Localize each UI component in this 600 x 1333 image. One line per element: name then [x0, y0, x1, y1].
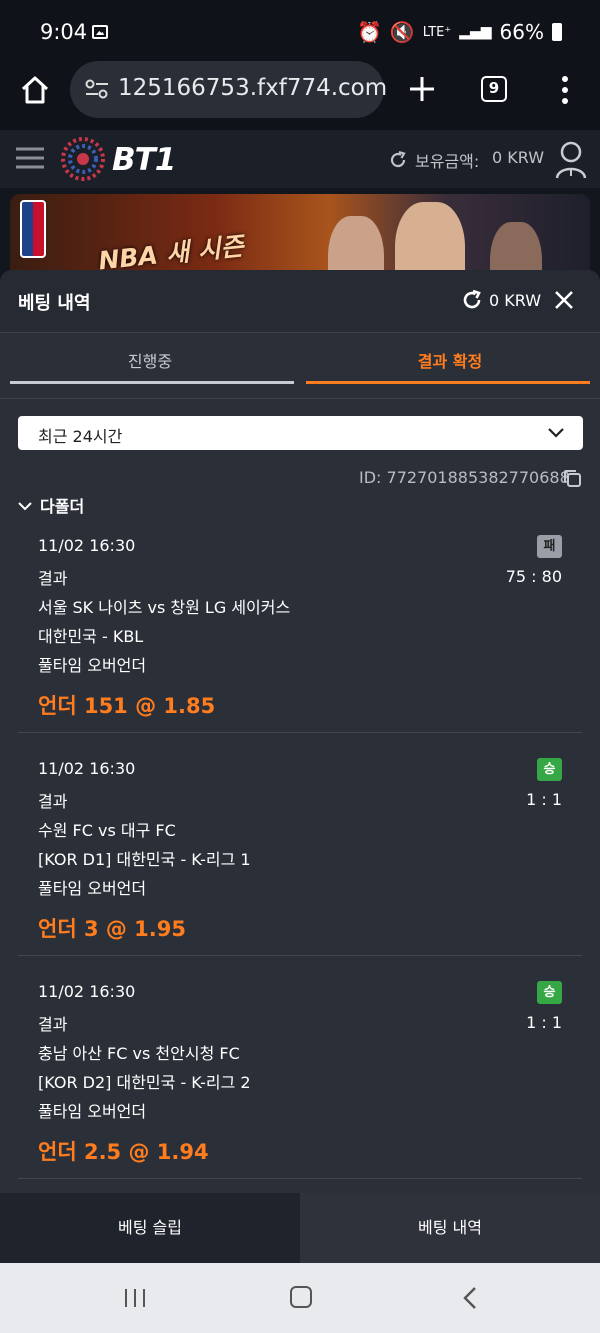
tab-underline: [306, 381, 590, 384]
result-label: 결과: [38, 792, 68, 811]
league-name: 대한민국 - KBL: [38, 627, 144, 646]
tab-label: 결과 확정: [417, 352, 483, 371]
more-menu-icon[interactable]: [562, 76, 568, 104]
address-bar[interactable]: 125166753.fxf774.com: [70, 61, 387, 118]
nba-logo-icon: [20, 200, 46, 258]
network-label: LTE⁺: [422, 24, 452, 40]
home-button-icon[interactable]: [290, 1286, 312, 1308]
result-badge: 승: [537, 981, 562, 1004]
result-badge: 패: [537, 535, 562, 558]
pick-odds: 언더 2.5 @ 1.94: [38, 1140, 209, 1164]
site-settings-icon[interactable]: [84, 78, 110, 100]
recent-apps-icon[interactable]: [124, 1287, 146, 1309]
match-name: 충남 아산 FC vs 천안시청 FC: [38, 1044, 240, 1063]
bet-datetime: 11/02 16:30: [38, 536, 136, 555]
sheet-header: 베팅 내역 0 KRW: [0, 270, 600, 333]
market-name: 풀타임 오버언더: [38, 879, 147, 898]
match-name: 서울 SK 나이츠 vs 창원 LG 세이커스: [38, 598, 291, 617]
user-icon[interactable]: [554, 140, 588, 180]
browser-toolbar: 125166753.fxf774.com 9: [0, 61, 600, 130]
result-badge: 승: [537, 758, 562, 781]
home-icon[interactable]: [20, 75, 50, 105]
bet-history-sheet: 베팅 내역 0 KRW 진행중 결과 확정 최근 24시간 ID: 772701…: [0, 270, 600, 1193]
divider: [18, 732, 582, 733]
score: 1 : 1: [526, 1013, 562, 1032]
sheet-title: 베팅 내역: [18, 293, 91, 314]
divider: [18, 1178, 582, 1179]
score: 75 : 80: [505, 567, 562, 586]
signal-icon: ▂▄▆: [459, 24, 492, 40]
result-label: 결과: [38, 1015, 68, 1034]
close-icon[interactable]: [553, 289, 575, 311]
status-time: 9:04: [40, 20, 88, 44]
mute-icon: 🔇: [389, 20, 415, 44]
divider: [0, 398, 600, 399]
site-header: BT1 보유금액: 0 KRW: [0, 130, 600, 188]
hamburger-menu-icon[interactable]: [16, 146, 44, 170]
sheet-balance: 0 KRW: [489, 291, 542, 310]
battery-icon: [552, 23, 562, 41]
divider: [18, 955, 582, 956]
group-toggle[interactable]: 다폴더: [18, 493, 84, 517]
gallery-notification-icon: [92, 25, 108, 39]
tab-label: 진행중: [127, 352, 173, 371]
chevron-down-icon: [548, 428, 564, 438]
league-name: [KOR D1] 대한민국 - K-리그 1: [38, 850, 251, 869]
bet-slip-button[interactable]: 베팅 슬립: [0, 1193, 300, 1263]
alarm-icon: ⏰: [356, 20, 382, 44]
bottom-action-bar: 베팅 슬립 베팅 내역: [0, 1193, 600, 1263]
refresh-icon[interactable]: [461, 289, 483, 311]
refresh-balance-icon[interactable]: [388, 150, 408, 170]
copy-icon[interactable]: [562, 468, 582, 488]
status-indicators: ⏰ 🔇 LTE⁺ ▂▄▆ 66%: [357, 20, 562, 44]
league-name: [KOR D2] 대한민국 - K-리그 2: [38, 1073, 251, 1092]
market-name: 풀타임 오버언더: [38, 1102, 147, 1121]
logo-text: BT1: [112, 142, 176, 178]
period-select-value: 최근 24시간: [38, 427, 123, 446]
pick-odds: 언더 3 @ 1.95: [38, 917, 186, 941]
bet-item: 11/02 16:30 승 결과 1 : 1 수원 FC vs 대구 FC [K…: [18, 756, 582, 956]
ticket-id: ID: 772701885382770688: [359, 468, 570, 487]
tab-settled[interactable]: 결과 확정: [300, 332, 600, 384]
tab-underline: [10, 381, 294, 384]
balance-value: 0 KRW: [492, 148, 545, 167]
url-text[interactable]: 125166753.fxf774.com: [118, 75, 387, 101]
bet-history-button[interactable]: 베팅 내역: [300, 1193, 600, 1263]
pick-odds: 언더 151 @ 1.85: [38, 694, 216, 718]
group-label: 다폴더: [40, 497, 85, 516]
tab-in-progress[interactable]: 진행중: [0, 332, 300, 384]
balance-label: 보유금액:: [415, 152, 480, 171]
battery-label: 66%: [499, 20, 544, 44]
new-tab-icon[interactable]: [407, 74, 437, 104]
bet-item: 11/02 16:30 패 결과 75 : 80 서울 SK 나이츠 vs 창원…: [18, 533, 582, 733]
chevron-down-icon: [18, 502, 32, 511]
period-select[interactable]: 최근 24시간: [18, 416, 583, 450]
tab-switcher-button[interactable]: 9: [481, 76, 507, 102]
bet-datetime: 11/02 16:30: [38, 759, 136, 778]
result-label: 결과: [38, 569, 68, 588]
bet-item: 11/02 16:30 승 결과 1 : 1 충남 아산 FC vs 천안시청 …: [18, 979, 582, 1179]
bet-datetime: 11/02 16:30: [38, 982, 136, 1001]
logo-mark-icon: [61, 137, 105, 181]
site-logo[interactable]: BT1: [60, 136, 180, 182]
system-navigation-bar: [0, 1263, 600, 1333]
score: 1 : 1: [526, 790, 562, 809]
market-name: 풀타임 오버언더: [38, 656, 147, 675]
status-bar: 9:04 ⏰ 🔇 LTE⁺ ▂▄▆ 66%: [0, 0, 600, 62]
match-name: 수원 FC vs 대구 FC: [38, 821, 176, 840]
back-icon[interactable]: [462, 1286, 478, 1310]
